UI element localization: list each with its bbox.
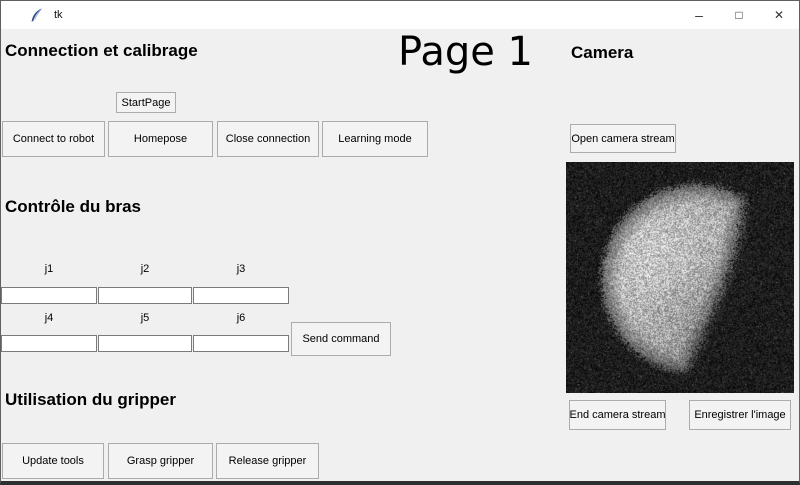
- entry-j4[interactable]: [1, 335, 97, 352]
- minimize-button[interactable]: –: [679, 1, 719, 29]
- close-connection-button[interactable]: Close connection: [217, 121, 319, 157]
- j6-label: j6: [193, 312, 289, 324]
- entry-j5[interactable]: [98, 335, 192, 352]
- camera-section-heading: Camera: [571, 43, 633, 63]
- entry-j2[interactable]: [98, 287, 192, 304]
- homepose-button[interactable]: Homepose: [108, 121, 213, 157]
- j4-label: j4: [1, 312, 97, 324]
- j1-label: j1: [1, 263, 97, 275]
- grasp-gripper-button[interactable]: Grasp gripper: [108, 443, 213, 479]
- release-gripper-button[interactable]: Release gripper: [216, 443, 319, 479]
- entry-j1[interactable]: [1, 287, 97, 304]
- connect-to-robot-button[interactable]: Connect to robot: [2, 121, 105, 157]
- startpage-button[interactable]: StartPage: [116, 92, 176, 113]
- open-camera-stream-button[interactable]: Open camera stream: [570, 124, 676, 153]
- learning-mode-button[interactable]: Learning mode: [322, 121, 428, 157]
- maximize-button[interactable]: □: [719, 1, 759, 29]
- send-command-button[interactable]: Send command: [291, 322, 391, 356]
- j3-label: j3: [193, 263, 289, 275]
- window-title: tk: [54, 9, 63, 21]
- entry-j6[interactable]: [193, 335, 289, 352]
- arm-section-heading: Contrôle du bras: [5, 197, 141, 217]
- j2-label: j2: [97, 263, 193, 275]
- close-button[interactable]: ✕: [759, 1, 799, 29]
- end-camera-stream-button[interactable]: End camera stream: [569, 400, 666, 430]
- j5-label: j5: [97, 312, 193, 324]
- entry-j3[interactable]: [193, 287, 289, 304]
- save-image-button[interactable]: Enregistrer l'image: [689, 400, 791, 430]
- connection-section-heading: Connection et calibrage: [5, 41, 198, 61]
- page-title: Page 1: [398, 29, 533, 75]
- camera-image: [566, 162, 794, 393]
- update-tools-button[interactable]: Update tools: [2, 443, 104, 479]
- gripper-section-heading: Utilisation du gripper: [5, 390, 176, 410]
- titlebar: tk – □ ✕: [1, 1, 799, 29]
- tk-window: tk – □ ✕ Connection et calibrage Page 1 …: [0, 0, 800, 485]
- tk-feather-icon: [30, 8, 43, 23]
